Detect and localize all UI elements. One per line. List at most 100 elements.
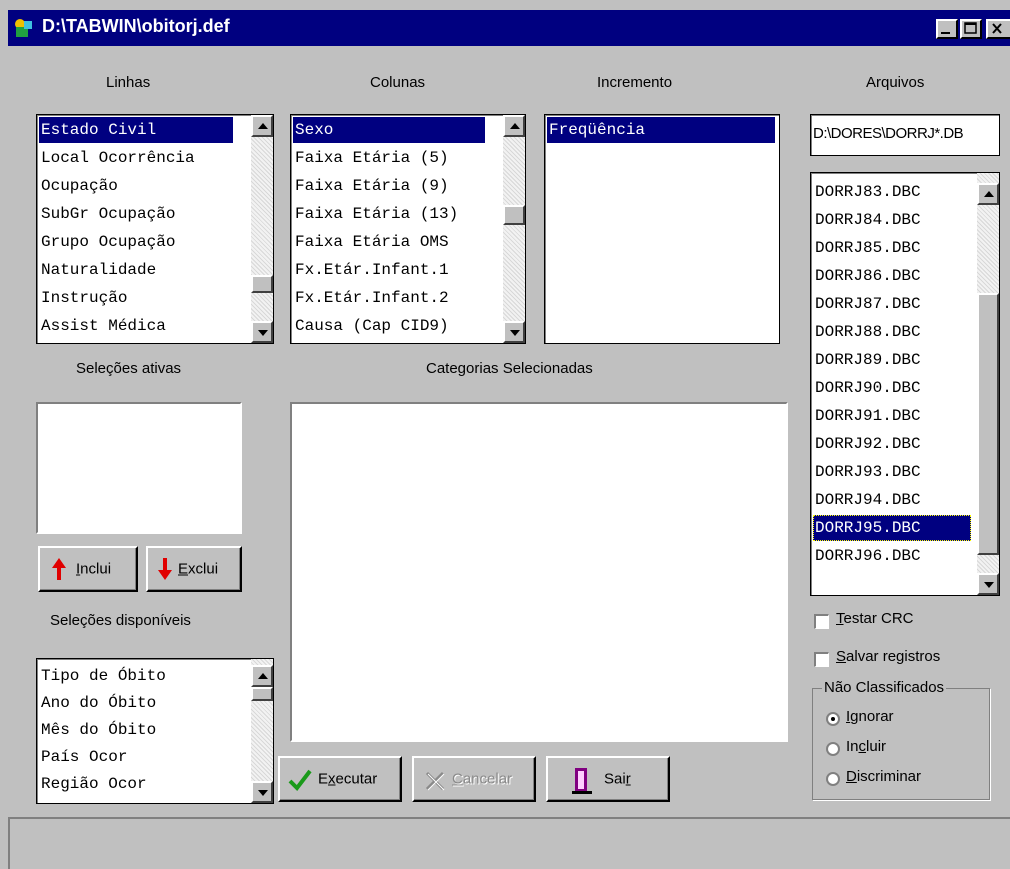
scroll-down-button[interactable]: [977, 573, 999, 595]
list-item[interactable]: DORRJ94.DBC: [813, 487, 921, 513]
maximize-button[interactable]: [960, 19, 982, 39]
scroll-up-button[interactable]: [251, 665, 273, 687]
linhas-scrollbar[interactable]: [251, 115, 273, 343]
executar-button[interactable]: Executar: [278, 756, 402, 802]
incremento-listbox[interactable]: Freqüência: [544, 114, 780, 344]
scroll-thumb[interactable]: [977, 293, 999, 555]
salvar-registros-checkbox[interactable]: [814, 652, 829, 667]
list-item[interactable]: Faixa Etária (5): [293, 145, 449, 171]
incluir-radio[interactable]: [826, 742, 840, 756]
list-item[interactable]: DORRJ83.DBC: [813, 179, 921, 205]
minimize-button[interactable]: [936, 19, 958, 39]
list-item[interactable]: Tipo de Óbito: [39, 663, 166, 689]
salvar-registros-label[interactable]: Salvar registros: [836, 648, 940, 665]
list-item[interactable]: Fx.Etár.Infant.2: [293, 285, 449, 311]
linhas-label: Linhas: [106, 74, 151, 91]
selecoes-ativas-listbox[interactable]: [36, 402, 242, 534]
testar-crc-label[interactable]: Testar CRC: [836, 610, 914, 627]
inclui-label: Inclui: [76, 560, 112, 578]
list-item[interactable]: DORRJ85.DBC: [813, 235, 921, 261]
disponiveis-scrollbar[interactable]: [251, 659, 273, 803]
arquivos-scrollbar[interactable]: [977, 173, 999, 595]
arrow-up-icon: [52, 558, 66, 580]
ignorar-label[interactable]: Ignorar: [846, 708, 894, 725]
list-item[interactable]: Estado Civil: [39, 117, 233, 143]
disponiveis-listbox[interactable]: Tipo de Óbito Ano do Óbito Mês do Óbito …: [36, 658, 274, 804]
cancelar-button[interactable]: Cancelar: [412, 756, 536, 802]
list-item[interactable]: Instrução: [39, 285, 127, 311]
list-item[interactable]: DORRJ87.DBC: [813, 291, 921, 317]
selecoes-disponiveis-label: Seleções disponíveis: [50, 612, 191, 629]
scroll-thumb[interactable]: [251, 687, 273, 701]
arquivos-label: Arquivos: [866, 74, 925, 91]
scroll-down-button[interactable]: [503, 321, 525, 343]
list-item[interactable]: SubGr Ocupação: [39, 201, 175, 227]
list-item[interactable]: DORRJ84.DBC: [813, 207, 921, 233]
list-item[interactable]: Causa (Cap CID9): [293, 313, 449, 339]
scroll-thumb[interactable]: [251, 275, 273, 293]
up-arrow-icon: [258, 673, 268, 679]
title-bar[interactable]: D:\TABWIN\obitorj.def: [8, 10, 1010, 46]
list-item[interactable]: DORRJ96.DBC: [813, 543, 921, 569]
arquivos-listbox[interactable]: DORRJ83.DBC DORRJ84.DBC DORRJ85.DBC DORR…: [810, 172, 1000, 596]
list-item[interactable]: Ocupação: [39, 173, 118, 199]
list-item[interactable]: Faixa Etária OMS: [293, 229, 449, 255]
scroll-thumb[interactable]: [503, 205, 525, 225]
colunas-scrollbar[interactable]: [503, 115, 525, 343]
selecoes-ativas-label: Seleções ativas: [76, 360, 182, 377]
tabwin-window: D:\TABWIN\obitorj.def Linhas Colunas Inc…: [0, 0, 1010, 869]
list-item[interactable]: DORRJ88.DBC: [813, 319, 921, 345]
minimize-icon: [941, 32, 950, 34]
list-item[interactable]: Assist Médica: [39, 313, 166, 339]
list-item[interactable]: DORRJ95.DBC: [813, 515, 971, 541]
scroll-up-button[interactable]: [251, 115, 273, 137]
colunas-label: Colunas: [370, 74, 426, 91]
list-item[interactable]: País Ocor: [39, 744, 127, 770]
scroll-down-button[interactable]: [251, 781, 273, 803]
colunas-listbox[interactable]: Sexo Faixa Etária (5) Faixa Etária (9) F…: [290, 114, 526, 344]
discriminar-label[interactable]: Discriminar: [846, 768, 921, 785]
list-item[interactable]: Região Ocor: [39, 771, 147, 797]
radio-dot: [831, 717, 835, 721]
list-item[interactable]: DORRJ86.DBC: [813, 263, 921, 289]
list-item[interactable]: Local Ocorrência: [39, 145, 195, 171]
scroll-up-button[interactable]: [977, 183, 999, 205]
testar-crc-checkbox[interactable]: [814, 614, 829, 629]
categorias-listbox[interactable]: [290, 402, 788, 742]
scroll-down-button[interactable]: [251, 321, 273, 343]
inclui-button[interactable]: Inclui: [38, 546, 138, 592]
ignorar-radio[interactable]: [826, 712, 840, 726]
list-item[interactable]: Mês do Óbito: [39, 717, 156, 743]
list-item[interactable]: Sexo: [293, 117, 485, 143]
maximize-icon: [964, 22, 977, 34]
exclui-button[interactable]: Exclui: [146, 546, 242, 592]
exclui-label: Exclui: [178, 560, 219, 578]
list-item[interactable]: Faixa Etária (9): [293, 173, 449, 199]
incremento-label: Incremento: [597, 74, 673, 91]
list-item[interactable]: DORRJ93.DBC: [813, 459, 921, 485]
list-item[interactable]: Fx.Etár.Infant.1: [293, 257, 449, 283]
list-item[interactable]: DORRJ91.DBC: [813, 403, 921, 429]
list-item[interactable]: Grupo Ocupação: [39, 229, 175, 255]
list-item[interactable]: DORRJ90.DBC: [813, 375, 921, 401]
down-arrow-icon: [984, 582, 994, 588]
down-arrow-icon: [258, 790, 268, 796]
discriminar-radio[interactable]: [826, 772, 840, 786]
up-arrow-icon: [984, 191, 994, 197]
incluir-label[interactable]: Incluir: [846, 738, 886, 755]
list-item[interactable]: Ano do Óbito: [39, 690, 156, 716]
arquivos-path-field[interactable]: D:\DORES\DORRJ*.DB: [810, 114, 1000, 156]
list-item[interactable]: DORRJ92.DBC: [813, 431, 921, 457]
linhas-listbox[interactable]: Estado Civil Local Ocorrência Ocupação S…: [36, 114, 274, 344]
nao-classificados-legend: Não Classificados: [822, 679, 947, 696]
list-item[interactable]: Naturalidade: [39, 257, 156, 283]
close-icon: [992, 23, 1002, 34]
sair-button[interactable]: Sair: [546, 756, 670, 802]
close-button[interactable]: [986, 19, 1010, 39]
list-item[interactable]: Freqüência: [547, 117, 775, 143]
arrow-down-icon: [158, 558, 172, 580]
list-item[interactable]: DORRJ89.DBC: [813, 347, 921, 373]
scroll-up-button[interactable]: [503, 115, 525, 137]
tabwin-app-icon: [15, 19, 32, 37]
list-item[interactable]: Faixa Etária (13): [293, 201, 458, 227]
